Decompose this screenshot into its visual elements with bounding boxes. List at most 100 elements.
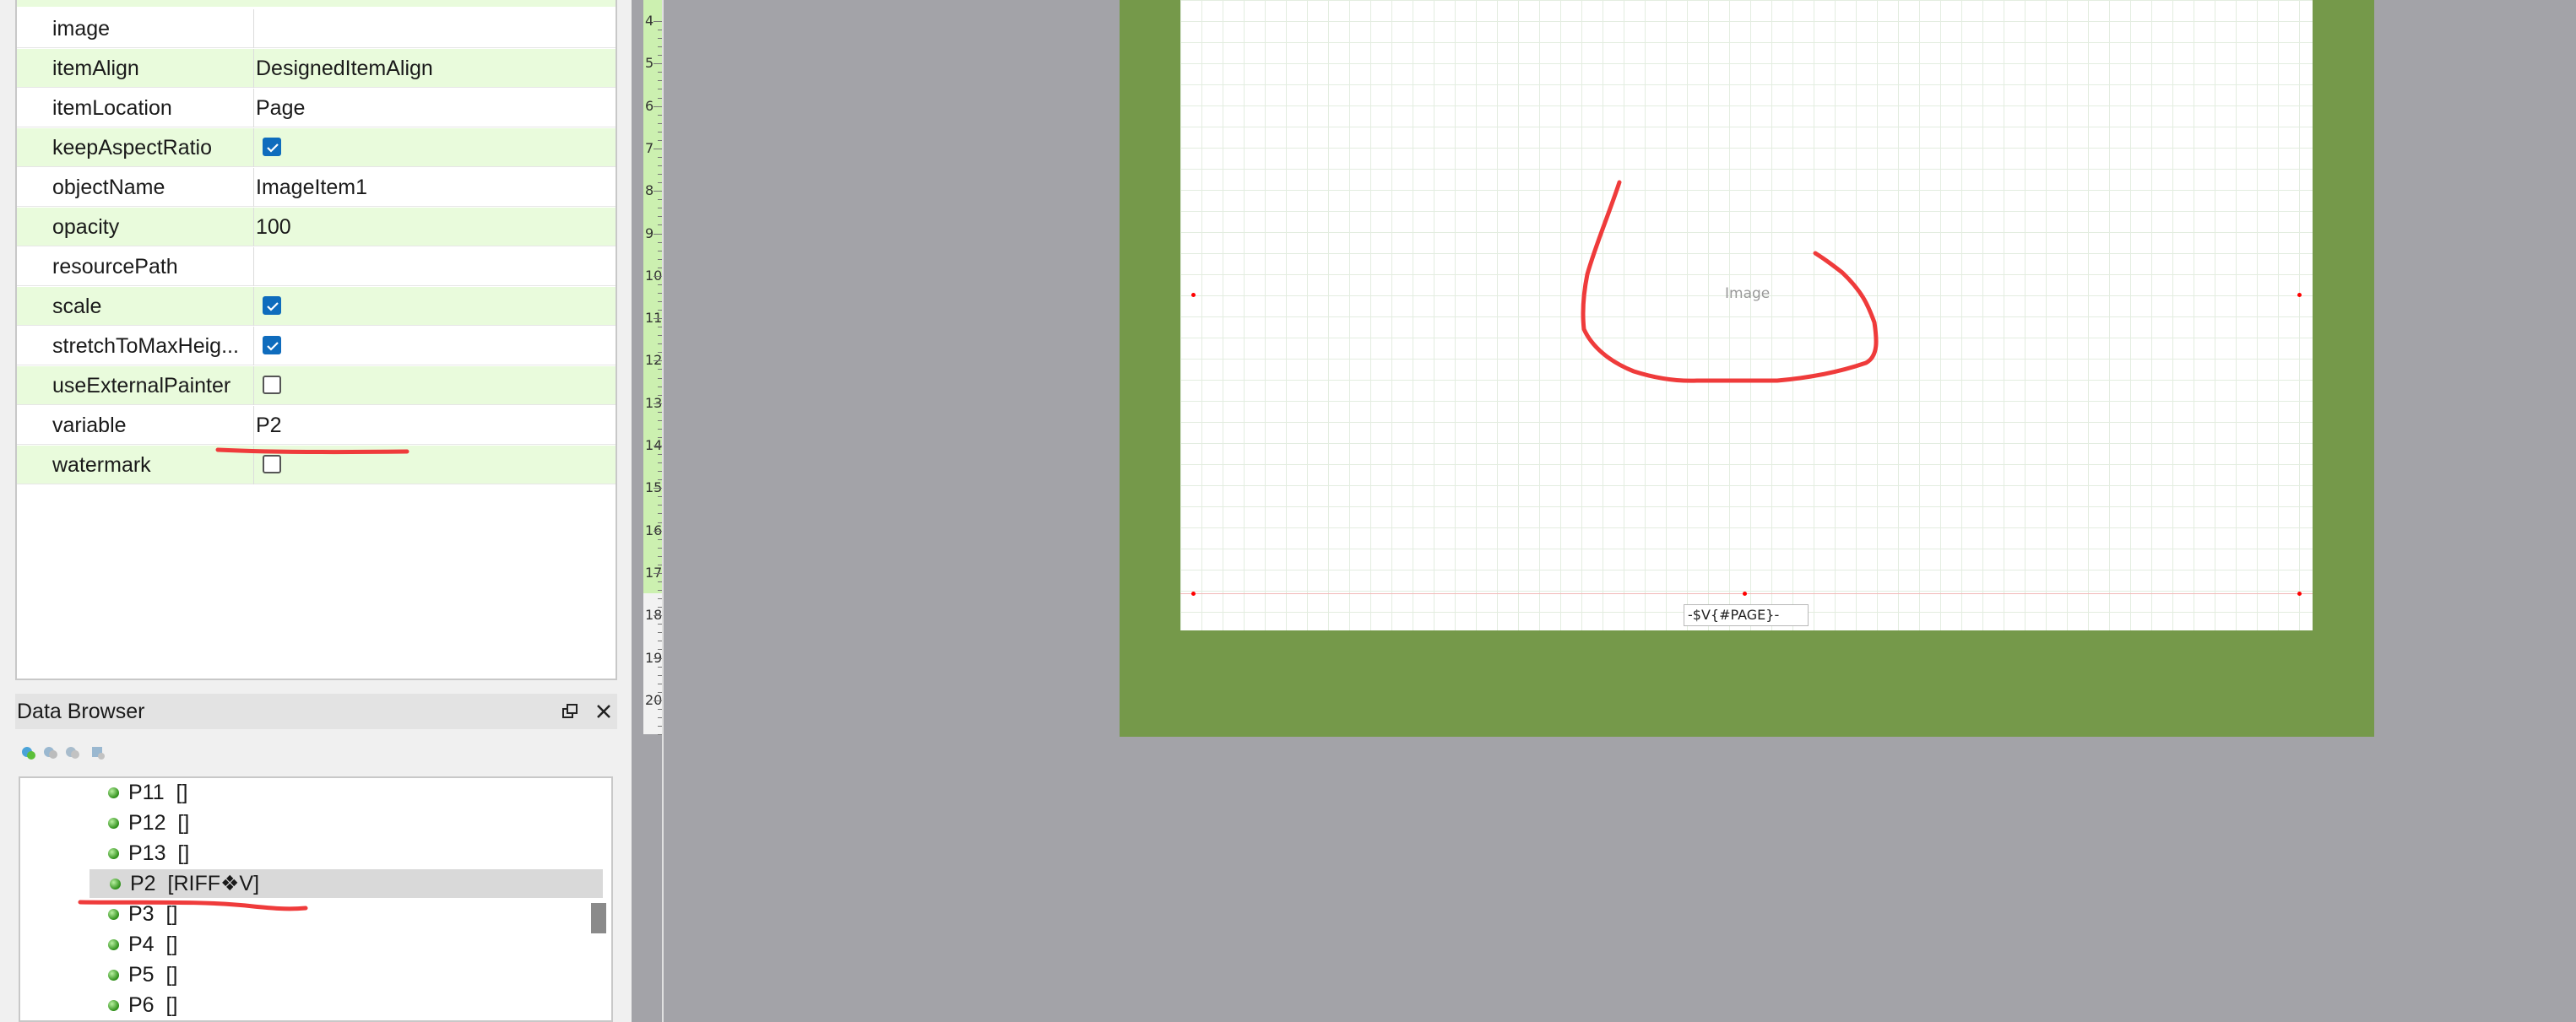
resize-handle-bottom-left[interactable] <box>1191 592 1196 596</box>
resize-handle-bottom-right[interactable] <box>2297 592 2302 596</box>
property-name: variable <box>52 414 127 437</box>
tree-item-label: P13 [] <box>128 839 189 868</box>
ruler-tick <box>653 318 662 320</box>
property-row[interactable]: watermark <box>17 446 616 484</box>
add-datasource-icon[interactable] <box>20 744 37 761</box>
variable-icon <box>108 787 119 798</box>
property-row[interactable]: keepAspectRatio <box>17 128 616 167</box>
variable-icon <box>108 939 119 950</box>
tree-item[interactable]: P13 [] <box>88 839 603 868</box>
property-column-divider <box>253 49 254 88</box>
property-row[interactable]: scale <box>17 287 616 326</box>
design-canvas[interactable]: Image -$V{#PAGE}- <box>664 0 2576 1022</box>
image-item-placeholder[interactable]: Image <box>1725 285 1770 302</box>
variable-name: P12 <box>128 811 166 835</box>
page-number-field[interactable]: -$V{#PAGE}- <box>1684 604 1809 626</box>
property-value[interactable]: Page <box>256 89 305 127</box>
ruler-tick <box>653 233 662 235</box>
variable-name: P4 <box>128 933 155 956</box>
property-checkbox[interactable] <box>263 138 281 156</box>
variable-name: P2 <box>130 872 156 895</box>
property-column-divider <box>253 89 254 127</box>
property-column-divider <box>253 366 254 405</box>
property-column-divider <box>253 406 254 445</box>
property-checkbox[interactable] <box>263 455 281 473</box>
property-row[interactable]: image <box>17 9 616 48</box>
property-column-divider <box>253 446 254 484</box>
edit-datasource-icon[interactable] <box>42 744 59 761</box>
variable-icon <box>108 970 119 981</box>
ruler-tick <box>653 105 662 107</box>
checkmark-icon <box>267 342 279 351</box>
ruler-tick <box>653 488 662 489</box>
ruler-tick <box>653 615 662 617</box>
property-name: stretchToMaxHeig... <box>52 334 239 358</box>
data-browser-title: Data Browser <box>17 700 145 723</box>
property-row[interactable]: variable P2 <box>17 406 616 445</box>
property-name: resourcePath <box>52 255 178 278</box>
tree-item-label: P2 [RIFF❖V] <box>130 869 259 898</box>
property-value[interactable]: ImageItem1 <box>256 168 367 207</box>
property-row[interactable]: stretchToMaxHeig... <box>17 327 616 365</box>
tree-item[interactable]: P12 [] <box>88 808 603 837</box>
tree-item[interactable]: P3 [] <box>88 900 603 928</box>
report-page[interactable]: Image -$V{#PAGE}- <box>1180 0 2313 630</box>
property-value[interactable]: DesignedItemAlign <box>256 49 433 88</box>
property-name: useExternalPainter <box>52 374 231 397</box>
property-checkbox[interactable] <box>263 296 281 315</box>
close-icon[interactable] <box>593 700 615 722</box>
ruler-tick <box>653 360 662 362</box>
property-row[interactable]: itemLocation Page <box>17 89 616 127</box>
tree-item[interactable]: P2 [RIFF❖V] <box>89 869 603 898</box>
delete-datasource-icon[interactable] <box>64 744 81 761</box>
variable-value: [] <box>177 811 190 835</box>
property-name: itemLocation <box>52 96 172 120</box>
property-value[interactable]: 100 <box>256 208 291 246</box>
property-row[interactable]: objectName ImageItem1 <box>17 168 616 207</box>
variable-name: P5 <box>128 963 155 987</box>
refresh-datasource-icon[interactable] <box>89 744 106 761</box>
property-row[interactable]: opacity 100 <box>17 208 616 246</box>
property-row[interactable]: useExternalPainter <box>17 366 616 405</box>
tree-item[interactable]: P11 [] <box>88 778 603 807</box>
property-row[interactable]: itemAlign DesignedItemAlign <box>17 49 616 88</box>
variable-name: P13 <box>128 841 166 865</box>
data-browser-header: Data Browser <box>15 694 617 729</box>
property-name: scale <box>52 295 102 318</box>
property-row[interactable]: resourcePath <box>17 247 616 286</box>
property-name: keepAspectRatio <box>52 136 213 160</box>
tree-item[interactable]: P4 [] <box>88 930 603 959</box>
left-panel: image itemAlign DesignedItemAlign itemLocat… <box>0 0 632 1022</box>
tree-scrollbar[interactable] <box>591 903 606 933</box>
tree-item-label: P4 [] <box>128 930 177 959</box>
resize-handle-bottom[interactable] <box>1743 592 1747 596</box>
ruler-number: 7 <box>645 139 654 156</box>
property-editor: image itemAlign DesignedItemAlign itemLocat… <box>15 0 617 680</box>
checkmark-icon <box>267 302 279 311</box>
variable-name: P11 <box>128 781 165 804</box>
ruler-number: 4 <box>645 13 654 29</box>
float-window-icon[interactable] <box>559 700 581 722</box>
tree-item[interactable]: P6 [] <box>88 991 603 1019</box>
variable-value: [] <box>165 902 178 926</box>
property-checkbox[interactable] <box>263 376 281 394</box>
property-value[interactable]: P2 <box>256 406 282 445</box>
resize-handle-left[interactable] <box>1191 293 1196 297</box>
ruler-tick <box>653 275 662 277</box>
variable-value: [] <box>177 841 190 865</box>
report-designer-window: image itemAlign DesignedItemAlign itemLocat… <box>0 0 2576 1022</box>
resize-handle-right[interactable] <box>2297 293 2302 297</box>
property-name: watermark <box>52 453 151 477</box>
tree-item-label: P5 [] <box>128 960 177 989</box>
vertical-ruler: 4 5 6 7 8 9 10 11 12 13 14 15 16 17 18 19 20 <box>643 0 662 736</box>
tree-item[interactable]: P5 [] <box>88 960 603 989</box>
ruler-tick <box>653 657 662 659</box>
ruler-number: 8 <box>645 182 654 199</box>
property-checkbox[interactable] <box>263 336 281 354</box>
variable-name: P6 <box>128 993 155 1017</box>
variable-value: [] <box>165 933 178 956</box>
property-row-partial <box>17 0 616 7</box>
property-name: image <box>52 17 111 41</box>
tree-item-label: P11 [] <box>128 778 187 807</box>
variable-icon <box>110 879 121 890</box>
